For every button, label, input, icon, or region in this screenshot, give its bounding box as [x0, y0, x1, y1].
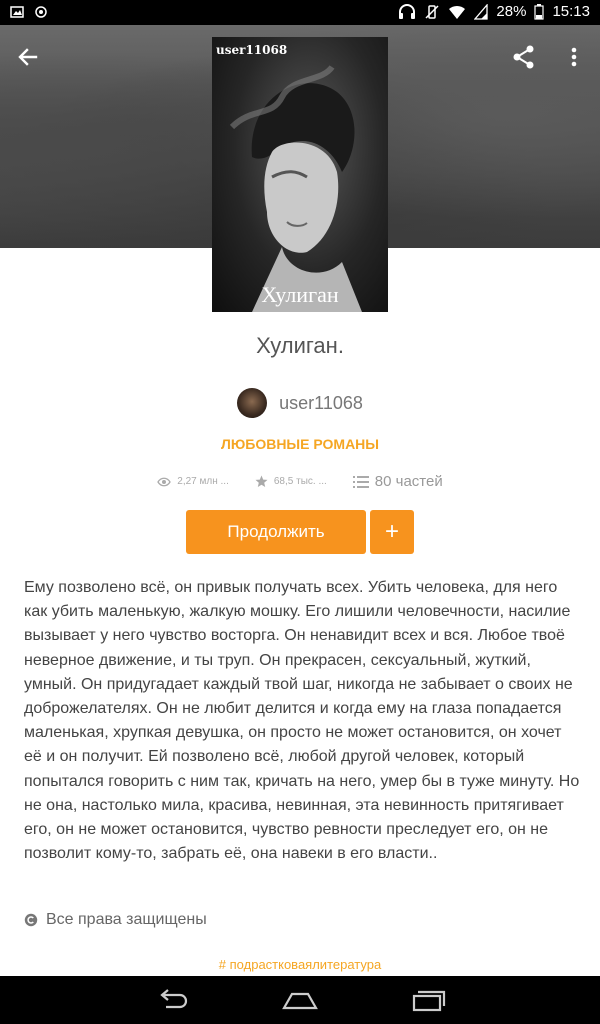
share-icon: [513, 45, 534, 69]
nav-back-button[interactable]: [154, 986, 190, 1014]
cover-title: Хулиган: [261, 282, 339, 307]
battery-percent: 28%: [496, 3, 527, 20]
back-button[interactable]: [14, 43, 42, 71]
story-description: Ему позволено всё, он привык получать вс…: [24, 579, 580, 863]
clock: 15:13: [552, 3, 590, 20]
continue-reading-button[interactable]: Продолжить: [186, 510, 366, 554]
nav-home-icon: [282, 992, 318, 1010]
signal-icon: [474, 3, 489, 20]
parts-count: 80 частей: [374, 473, 443, 490]
author-link[interactable]: user11068: [0, 388, 600, 418]
votes-stat: 68,5 тыс. ...: [255, 475, 327, 488]
nav-recents-icon: [412, 990, 446, 1012]
votes-count: 68,5 тыс. ...: [273, 476, 327, 487]
star-icon: [255, 475, 268, 487]
camera-sync-icon: [35, 6, 47, 18]
more-options-button[interactable]: [562, 43, 586, 71]
copyright-text: Все права защищены: [46, 911, 207, 928]
headphones-icon: [399, 3, 416, 19]
book-cover[interactable]: user11068 Хулиган: [212, 37, 388, 312]
status-bar: 28% 15:13: [0, 0, 600, 25]
nav-home-button[interactable]: [282, 986, 318, 1014]
parts-stat[interactable]: 80 частей: [352, 473, 443, 490]
cover-portrait-image: [229, 64, 362, 312]
battery-icon: [534, 3, 545, 20]
share-button[interactable]: [510, 43, 538, 71]
avatar: [237, 388, 268, 418]
nav-back-icon: [160, 989, 188, 1009]
story-stats: 2,27 млн ... 68,5 тыс. ... 80 частей: [0, 473, 600, 490]
nav-recents-button[interactable]: [410, 986, 446, 1014]
system-nav-bar: [0, 976, 600, 1024]
story-tag[interactable]: # подрастковаялитература: [0, 957, 600, 972]
add-to-library-button[interactable]: +: [370, 510, 414, 554]
reads-stat: 2,27 млн ...: [157, 476, 229, 487]
cover-author-tag: user11068: [216, 43, 288, 57]
more-vertical-icon: [571, 47, 577, 67]
book-title: Хулиган.: [256, 333, 344, 358]
eye-icon: [157, 477, 172, 486]
vibrate-off-icon: [425, 4, 439, 19]
author-name: user11068: [279, 392, 363, 413]
genre-link[interactable]: ЛЮБОВНЫЕ РОМАНЫ: [0, 436, 600, 452]
reads-count: 2,27 млн ...: [177, 476, 229, 487]
gallery-icon: [10, 6, 24, 18]
copyright-icon: [24, 913, 38, 927]
copyright-notice: Все права защищены: [24, 911, 207, 929]
arrow-left-icon: [18, 48, 38, 66]
wifi-icon: [449, 5, 466, 19]
list-icon: [352, 475, 369, 488]
